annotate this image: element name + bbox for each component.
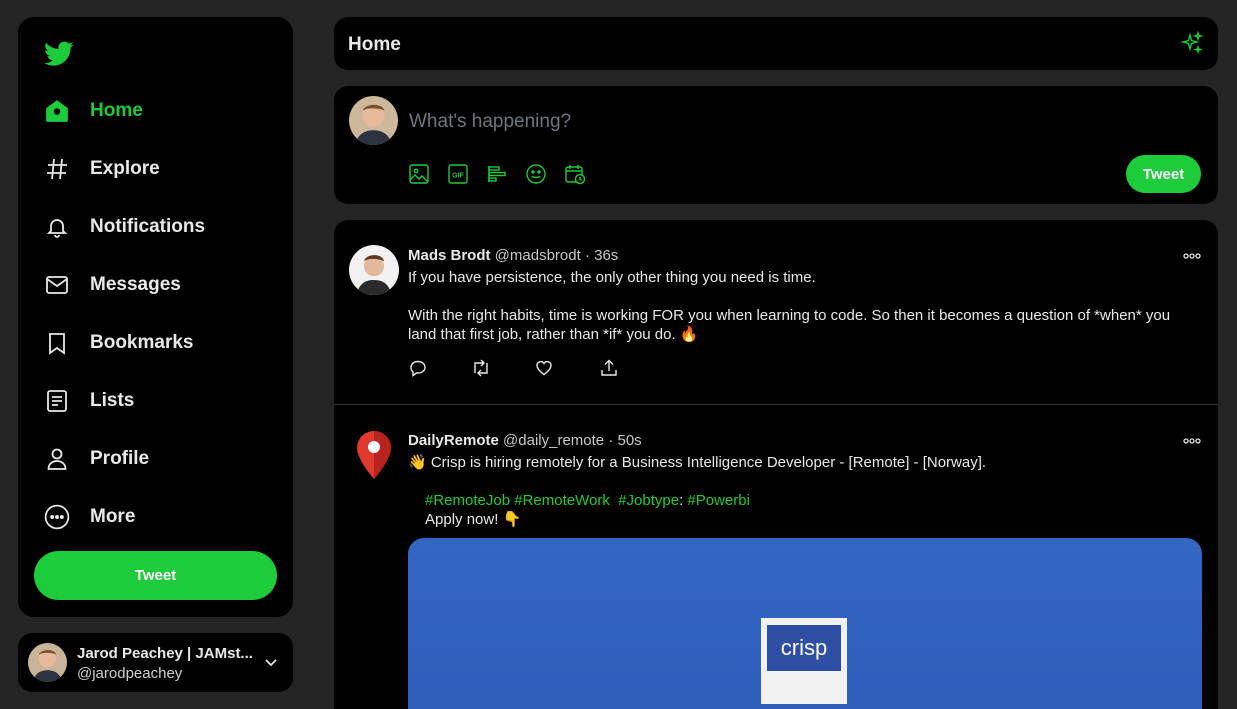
- account-switcher[interactable]: Jarod Peachey | JAMst... @jarodpeachey: [18, 633, 293, 692]
- tweet-header: DailyRemote @daily_remote · 50s: [408, 432, 642, 449]
- svg-text:GIF: GIF: [452, 173, 464, 180]
- sidebar-item-label: Lists: [90, 390, 135, 411]
- user-icon: [44, 446, 70, 472]
- emoji-icon[interactable]: [525, 163, 547, 185]
- envelope-icon: [44, 272, 70, 298]
- tweet[interactable]: Mads Brodt @madsbrodt · 36s If you have …: [334, 220, 1218, 404]
- like-icon[interactable]: [535, 359, 555, 379]
- sidebar-item-bookmarks[interactable]: Bookmarks: [44, 323, 194, 363]
- poll-icon[interactable]: [486, 163, 508, 185]
- sidebar-item-label: Notifications: [90, 216, 206, 237]
- timestamp[interactable]: 50s: [618, 432, 642, 449]
- sidebar-item-lists[interactable]: Lists: [44, 381, 134, 421]
- tweet-composer: GIF Tweet: [334, 86, 1218, 204]
- sparkle-icon[interactable]: [1180, 30, 1204, 60]
- page-title: Home: [348, 34, 401, 55]
- author-name[interactable]: DailyRemote: [408, 432, 499, 449]
- gif-icon[interactable]: GIF: [447, 163, 469, 185]
- hashtag-link[interactable]: #RemoteWork: [514, 492, 610, 509]
- sidebar-item-label: Bookmarks: [90, 332, 194, 353]
- retweet-icon[interactable]: [471, 359, 491, 379]
- image-icon[interactable]: [408, 163, 430, 185]
- tweet-media-image[interactable]: crisp: [408, 538, 1202, 709]
- author-name[interactable]: Mads Brodt: [408, 247, 491, 264]
- share-icon[interactable]: [600, 359, 620, 379]
- colon-text: :: [679, 492, 684, 509]
- timestamp[interactable]: 36s: [594, 247, 618, 264]
- sidebar-item-more[interactable]: More: [44, 497, 135, 537]
- compose-input[interactable]: [407, 106, 1111, 138]
- sidebar-tweet-button[interactable]: Tweet: [34, 551, 277, 600]
- compose-tweet-button[interactable]: Tweet: [1126, 155, 1201, 193]
- separator-dot: ·: [608, 432, 614, 449]
- bell-icon: [44, 214, 70, 240]
- tweet[interactable]: DailyRemote @daily_remote · 50s 👋 Crisp …: [334, 405, 1218, 709]
- avatar[interactable]: [349, 245, 399, 295]
- sidebar-item-profile[interactable]: Profile: [44, 439, 149, 479]
- sidebar: Home Explore Notifications Messages Book…: [18, 17, 293, 617]
- more-icon[interactable]: [1183, 248, 1201, 266]
- sidebar-item-label: Profile: [90, 448, 150, 469]
- tweet-text: Apply now! 👇: [425, 511, 522, 528]
- sidebar-item-notifications[interactable]: Notifications: [44, 207, 205, 247]
- more-circle-icon: [44, 504, 70, 530]
- sidebar-item-home[interactable]: Home: [44, 91, 143, 131]
- hashtag-link[interactable]: #RemoteJob: [425, 492, 510, 509]
- home-icon: [44, 98, 70, 124]
- chevron-down-icon[interactable]: [263, 655, 279, 676]
- hashtag-row: #RemoteJob #RemoteWork #Jobtype: #Powerb…: [425, 491, 1205, 510]
- sidebar-item-label: More: [90, 506, 136, 527]
- separator-dot: ·: [584, 247, 590, 264]
- sidebar-item-label: Messages: [90, 274, 181, 295]
- tweet-header: Mads Brodt @madsbrodt · 36s: [408, 247, 618, 264]
- tweet-text: If you have persistence, the only other …: [408, 269, 816, 286]
- sidebar-item-explore[interactable]: Explore: [44, 149, 160, 189]
- sidebar-item-label: Explore: [90, 158, 160, 179]
- tweet-text: With the right habits, time is working F…: [408, 307, 1171, 343]
- account-name: Jarod Peachey | JAMst...: [77, 645, 252, 662]
- tweet-text: 👋 Crisp is hiring remotely for a Busines…: [408, 454, 987, 471]
- crisp-logo-text: crisp: [767, 625, 841, 671]
- twitter-bird-icon[interactable]: [44, 41, 74, 71]
- crisp-logo: crisp: [761, 618, 847, 704]
- more-icon[interactable]: [1183, 433, 1201, 451]
- map-pin-icon[interactable]: [354, 429, 394, 481]
- bookmark-icon: [44, 330, 70, 356]
- hashtag-link[interactable]: #Powerbi: [687, 492, 750, 509]
- page-header: Home: [334, 17, 1218, 70]
- hashtag-icon: [44, 156, 70, 182]
- author-handle[interactable]: @madsbrodt: [495, 247, 581, 264]
- sidebar-item-label: Home: [90, 100, 143, 121]
- avatar: [28, 643, 67, 682]
- timeline: Mads Brodt @madsbrodt · 36s If you have …: [334, 220, 1218, 709]
- author-handle[interactable]: @daily_remote: [503, 432, 604, 449]
- avatar: [349, 96, 398, 145]
- account-handle: @jarodpeachey: [77, 665, 183, 682]
- hashtag-link[interactable]: #Jobtype: [618, 492, 679, 509]
- schedule-icon[interactable]: [564, 163, 586, 185]
- sidebar-item-messages[interactable]: Messages: [44, 265, 181, 305]
- list-icon: [44, 388, 70, 414]
- reply-icon[interactable]: [409, 359, 429, 379]
